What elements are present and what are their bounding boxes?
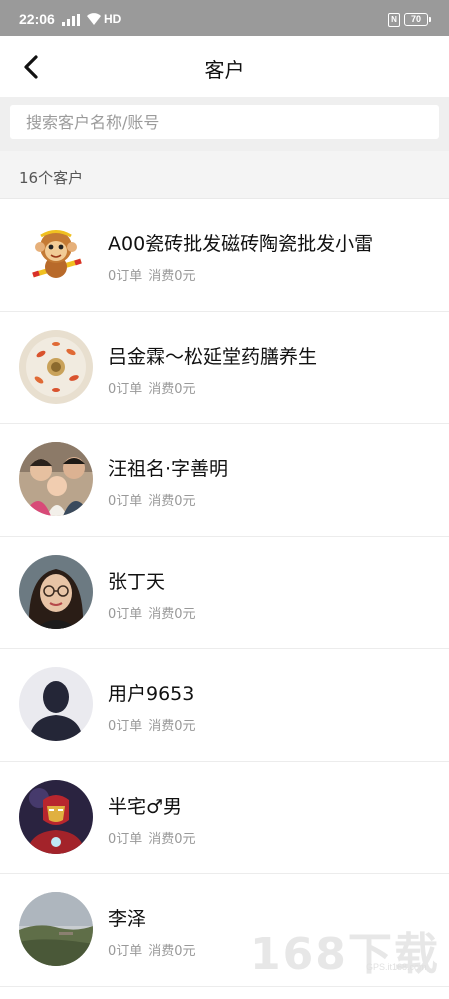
list-item[interactable]: 吕金霖～松延堂药膳养生 0订单 消费0元: [0, 312, 449, 424]
spend-amount: 消费0元: [148, 606, 196, 622]
spend-amount: 消费0元: [148, 269, 196, 284]
status-bar: 22:06 HD N 70: [0, 0, 449, 36]
customer-list: A00瓷砖批发磁砖陶瓷批发小雷 0订单 消费0元 吕金霖～松延堂药膳养生 0订单消…: [0, 199, 449, 987]
customer-name: 用户9653: [108, 683, 195, 705]
avatar: [19, 217, 93, 291]
customer-count: 16个客户: [19, 169, 84, 187]
customer-stats: 0订单 消费0元: [108, 828, 196, 847]
list-item[interactable]: 张丁天 0订单 消费0元: [0, 537, 449, 649]
list-item[interactable]: 半宅♂男 0订单 消费0元: [0, 762, 449, 874]
avatar: [19, 329, 93, 404]
order-count: 0订单: [108, 494, 143, 509]
customer-count-bar: 16个客户: [0, 151, 449, 199]
spend-amount: 消费0元: [148, 944, 196, 959]
search-input[interactable]: [10, 105, 439, 139]
customer-name: 张丁天: [108, 570, 166, 593]
koi-plate-avatar: [19, 329, 93, 404]
search-bar: [0, 97, 449, 151]
wifi-icon: [87, 13, 101, 25]
customer-name: 吕金霖～松延堂药膳养生: [108, 345, 318, 368]
order-count: 0订单: [108, 381, 143, 397]
network-type-label: HD: [104, 12, 122, 26]
order-count: 0订单: [108, 269, 143, 284]
customer-stats: 0订单 消费0元: [108, 715, 196, 734]
customer-stats: 0订单 消费0元: [108, 603, 196, 622]
landscape-avatar: [19, 892, 93, 966]
customer-name: 半宅♂男: [108, 795, 183, 818]
customer-stats: 0订单 消费0元: [108, 940, 196, 959]
family-photo-avatar: [19, 442, 93, 516]
spend-amount: 消费0元: [148, 719, 196, 734]
page-title: 客户: [204, 58, 245, 82]
nfc-icon: N: [388, 13, 400, 27]
customer-name: 汪祖名·字善明: [108, 458, 229, 480]
spend-amount: 消费0元: [148, 831, 196, 847]
list-item[interactable]: 用户9653 0订单 消费0元: [0, 649, 449, 762]
avatar: [19, 892, 93, 966]
customer-stats: 0订单 消费0元: [108, 265, 196, 284]
customer-stats: 0订单 消费0元: [108, 378, 196, 397]
header-bar: 客户: [0, 36, 449, 97]
avatar: [19, 779, 93, 854]
signal-icon: [62, 14, 80, 26]
status-time: 22:06: [19, 11, 55, 27]
order-count: 0订单: [108, 606, 143, 622]
woman-portrait-avatar: [19, 554, 93, 629]
customer-stats: 0订单 消费0元: [108, 490, 196, 509]
spend-amount: 消费0元: [148, 494, 196, 509]
ironman-avatar: [19, 779, 93, 854]
monkey-cartoon-avatar: [19, 217, 93, 291]
avatar: [19, 442, 93, 516]
battery-icon: 70: [404, 13, 431, 26]
order-count: 0订单: [108, 944, 143, 959]
order-count: 0订单: [108, 719, 143, 734]
avatar: [19, 554, 93, 629]
customer-name: 李泽: [108, 908, 147, 930]
list-item[interactable]: A00瓷砖批发磁砖陶瓷批发小雷 0订单 消费0元: [0, 199, 449, 312]
list-item[interactable]: 汪祖名·字善明 0订单 消费0元: [0, 424, 449, 537]
spend-amount: 消费0元: [148, 381, 196, 397]
default-user-avatar: [19, 667, 93, 741]
customer-name: A00瓷砖批发磁砖陶瓷批发小雷: [108, 233, 374, 255]
order-count: 0订单: [108, 831, 143, 847]
list-item[interactable]: 李泽 0订单 消费0元: [0, 874, 449, 987]
avatar: [19, 667, 93, 741]
